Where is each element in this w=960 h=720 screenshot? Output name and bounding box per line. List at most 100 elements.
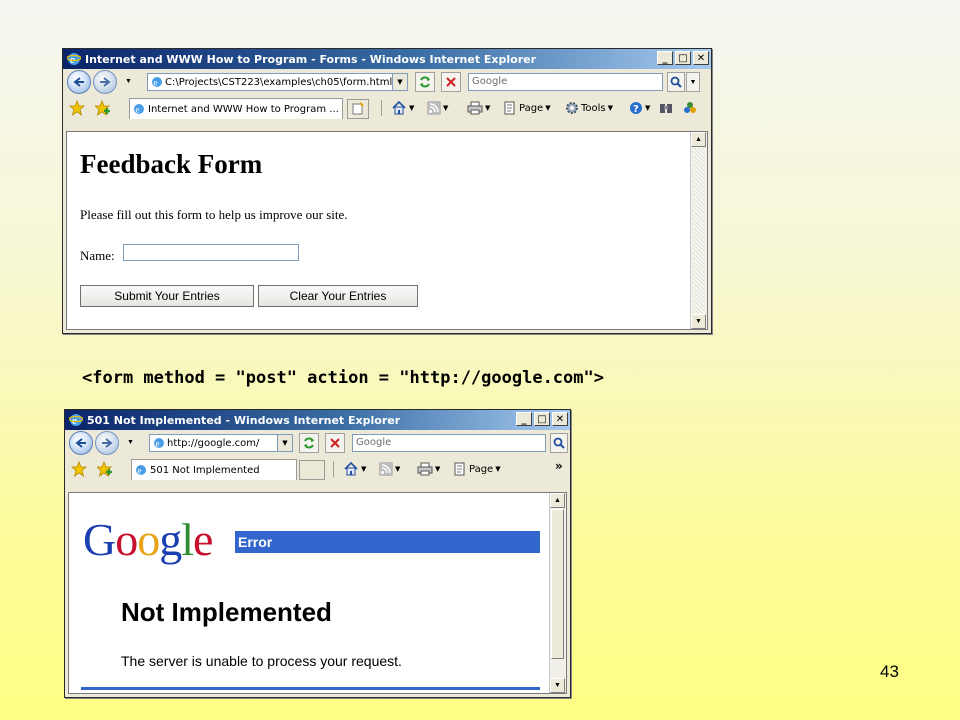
title-bar[interactable]: e 501 Not Implemented - Windows Internet… [65,410,570,430]
search-input[interactable]: Google [468,73,663,91]
address-field[interactable]: e http://google.com/ ▼ [149,434,293,452]
chevron-down-icon: ▼ [361,465,367,473]
add-favorite-icon[interactable] [97,461,113,477]
close-button[interactable]: ✕ [693,51,709,65]
name-input[interactable] [123,244,299,261]
maximize-button[interactable]: □ [534,412,550,426]
feeds-button[interactable]: ▼ [427,101,448,115]
add-favorite-icon[interactable] [95,100,111,116]
tools-menu[interactable]: Tools ▼ [565,101,613,115]
search-options-button[interactable]: ▼ [686,72,700,92]
scroll-down-button[interactable]: ▼ [550,678,565,693]
logo-letter: e [193,514,213,565]
window-title: 501 Not Implemented - Windows Internet E… [87,413,401,427]
history-dropdown-icon[interactable]: ▼ [125,78,132,85]
stop-button[interactable] [441,72,461,92]
title-bar[interactable]: e Internet and WWW How to Program - Form… [63,49,711,69]
home-button[interactable]: ▼ [343,462,366,476]
favorites-star-icon[interactable] [69,100,85,116]
chevron-more-icon[interactable]: » [555,459,563,473]
ie-logo-icon: e [69,414,83,427]
vertical-scrollbar[interactable]: ▲ ▼ [549,493,566,693]
chevron-down-icon: ▼ [409,104,415,112]
page-icon [454,462,465,476]
submit-button[interactable]: Submit Your Entries [80,285,254,307]
window-title: Internet and WWW How to Program - Forms … [85,52,537,66]
print-button[interactable]: ▼ [417,462,440,476]
scroll-thumb[interactable] [551,509,564,659]
help-button[interactable]: ? ▼ [629,101,650,115]
feeds-button[interactable]: ▼ [379,462,400,476]
home-icon [344,462,358,476]
refresh-button[interactable] [299,433,319,453]
command-bar: e Internet and WWW How to Program ... ▼ … [63,95,711,119]
back-button[interactable] [67,70,91,94]
minimize-button[interactable]: _ [516,412,532,426]
page-icon: e [152,77,162,88]
tab-label: 501 Not Implemented [150,464,260,476]
tab-active[interactable]: e Internet and WWW How to Program ... [129,98,343,119]
address-field[interactable]: e C:\Projects\CST223\examples\ch05\form.… [147,73,408,91]
tools-menu-label: Tools [581,102,606,114]
vertical-scrollbar[interactable]: ▲ ▼ [690,132,707,329]
forward-button[interactable] [93,70,117,94]
address-toolbar: ▼ e http://google.com/ ▼ Google [65,430,570,456]
search-button[interactable] [550,433,568,453]
back-button[interactable] [69,431,93,455]
refresh-icon [304,437,314,449]
scroll-down-button[interactable]: ▼ [691,314,706,329]
logo-letter: l [181,514,194,565]
magnifier-icon [670,76,682,88]
new-tab-button[interactable] [347,99,369,119]
print-button[interactable]: ▼ [467,101,490,115]
stop-x-icon [330,438,340,448]
new-tab-button[interactable] [299,460,325,480]
history-dropdown-icon[interactable]: ▼ [127,439,134,446]
refresh-button[interactable] [415,72,435,92]
scroll-track[interactable] [693,148,704,313]
chevron-down-icon: ▼ [435,465,441,473]
toolbar-separator [381,100,382,116]
page-menu[interactable]: Page ▼ [503,101,551,115]
ie-logo-icon: e [67,53,81,66]
chevron-down-icon: ▼ [485,104,491,112]
tab-label: Internet and WWW How to Program ... [148,103,339,115]
clear-button[interactable]: Clear Your Entries [258,285,418,307]
bottom-rule [81,687,540,690]
stop-x-icon [446,77,456,87]
svg-text:?: ? [633,104,639,115]
scroll-up-button[interactable]: ▲ [550,493,565,508]
magnifier-icon [553,437,565,449]
browser-window-feedback-form: e Internet and WWW How to Program - Form… [62,48,712,334]
search-button[interactable] [667,72,685,92]
favorites-star-icon[interactable] [71,461,87,477]
page-menu-label: Page [469,463,494,475]
forward-arrow-icon [100,77,111,87]
name-label: Name: [80,248,115,263]
maximize-button[interactable]: □ [675,51,691,65]
chevron-down-icon: ▼ [443,104,449,112]
research-icon[interactable] [659,101,673,115]
tab-active[interactable]: e 501 Not Implemented [131,459,297,480]
chevron-down-icon: ▼ [645,104,651,112]
gear-icon [566,102,578,114]
stop-button[interactable] [325,433,345,453]
address-dropdown-icon[interactable]: ▼ [392,74,407,90]
page-menu[interactable]: Page ▼ [453,462,501,476]
messenger-icon[interactable] [683,101,697,115]
command-bar: e 501 Not Implemented ▼ ▼ ▼ Page ▼ » [65,456,570,480]
address-dropdown-icon[interactable]: ▼ [277,435,292,451]
address-text: C:\Projects\CST223\examples\ch05\form.ht… [165,76,393,88]
svg-text:e: e [156,439,160,449]
home-button[interactable]: ▼ [391,101,414,115]
forward-button[interactable] [95,431,119,455]
search-input[interactable]: Google [352,434,546,452]
minimize-button[interactable]: _ [657,51,673,65]
logo-letter: g [159,514,182,565]
scroll-up-button[interactable]: ▲ [691,132,706,147]
home-icon [392,101,406,115]
intro-text: Please fill out this form to help us imp… [80,207,348,222]
back-arrow-icon [73,77,84,87]
error-message: The server is unable to process your req… [121,653,402,669]
close-button[interactable]: ✕ [552,412,568,426]
